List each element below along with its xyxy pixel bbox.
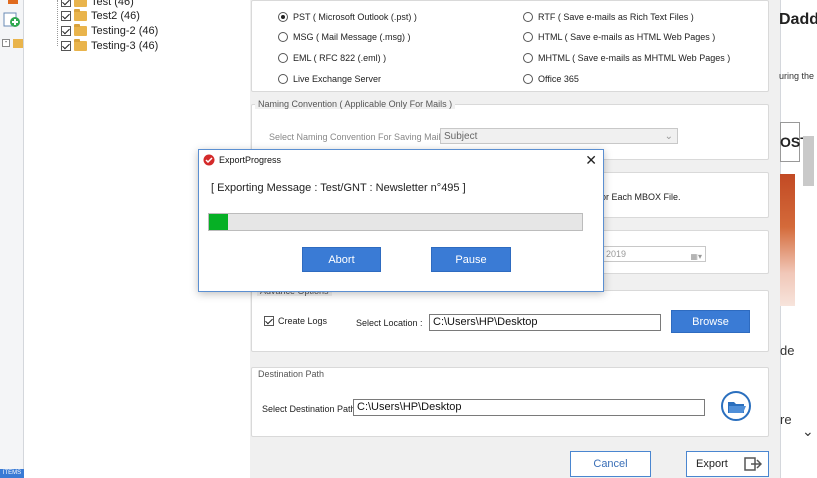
tree-item-label: Testing-3 (46): [91, 40, 159, 52]
end-date-value: 2019: [606, 249, 627, 259]
format-option-eml[interactable]: EML ( RFC 822 (.eml) ): [278, 53, 386, 63]
mbox-option-text: or Each MBOX File.: [601, 192, 681, 202]
format-group: PST ( Microsoft Outlook (.pst) ) MSG ( M…: [251, 0, 769, 92]
destination-path-input[interactable]: C:\Users\HP\Desktop: [353, 399, 705, 416]
group-title: Destination Path: [255, 369, 328, 379]
tree-item[interactable]: Test (46): [61, 0, 134, 9]
export-status-message: [ Exporting Message : Test/GNT : Newslet…: [211, 182, 466, 194]
advance-options-group: Advance Options Create Logs Select Locat…: [251, 286, 769, 352]
background-window: Daddy uring the OST de re ⌄: [779, 0, 817, 478]
folder-icon: [13, 39, 23, 48]
create-logs-checkbox[interactable]: [264, 316, 274, 326]
end-date-field[interactable]: 2019 ▦▾: [602, 246, 706, 262]
group-title: Naming Convention ( Applicable Only For …: [255, 99, 456, 109]
background-banner: [780, 174, 795, 306]
format-option-office365[interactable]: Office 365: [523, 74, 579, 84]
export-button[interactable]: Export: [686, 451, 769, 477]
radio-button[interactable]: [523, 53, 533, 63]
orange-mark-icon: [8, 0, 18, 4]
radio-button[interactable]: [278, 12, 288, 22]
dialog-titlebar[interactable]: ExportProgress ✕: [199, 150, 603, 170]
close-icon[interactable]: ✕: [585, 152, 597, 169]
naming-convention-select[interactable]: Subject ⌄: [440, 128, 678, 144]
tree-expander-icon[interactable]: -: [2, 39, 10, 47]
calendar-icon[interactable]: ▦▾: [690, 249, 702, 261]
radio-button[interactable]: [523, 32, 533, 42]
folder-icon: [74, 24, 87, 36]
create-logs-row[interactable]: Create Logs: [264, 316, 327, 326]
progress-fill: [209, 214, 228, 230]
format-option-label: HTML ( Save e-mails as HTML Web Pages ): [538, 32, 716, 42]
tree-item-label: Test (46): [91, 0, 134, 8]
format-option-html[interactable]: HTML ( Save e-mails as HTML Web Pages ): [523, 32, 715, 42]
format-option-rtf[interactable]: RTF ( Save e-mails as Rich Text Files ): [523, 12, 694, 22]
destination-path-label: Select Destination Path: [262, 404, 356, 414]
radio-button[interactable]: [523, 12, 533, 22]
export-progress-bar: [208, 213, 583, 231]
create-logs-label: Create Logs: [278, 316, 328, 326]
tree-item[interactable]: Test2 (46): [61, 9, 140, 23]
background-scrollbar[interactable]: [803, 136, 814, 186]
format-option-label: Live Exchange Server: [293, 74, 382, 84]
background-text: uring the: [779, 71, 815, 81]
tree-checkbox[interactable]: [61, 41, 71, 51]
tree-checkbox[interactable]: [61, 0, 71, 7]
export-label: Export: [696, 458, 728, 470]
format-option-msg[interactable]: MSG ( Mail Message (.msg) ): [278, 32, 411, 42]
chevron-down-icon[interactable]: ⌄: [802, 423, 814, 440]
left-toolbar: -: [0, 0, 24, 478]
format-option-label: MHTML ( Save e-mails as MHTML Web Pages …: [538, 53, 731, 63]
browse-button[interactable]: Browse: [671, 310, 750, 333]
chevron-down-icon: ⌄: [664, 131, 673, 142]
folder-icon: [74, 0, 87, 7]
open-folder-icon[interactable]: [720, 390, 752, 422]
tree-checkbox[interactable]: [61, 11, 71, 21]
radio-button[interactable]: [278, 32, 288, 42]
format-option-exchange[interactable]: Live Exchange Server: [278, 74, 381, 84]
cancel-button[interactable]: Cancel: [570, 451, 651, 477]
pause-button[interactable]: Pause: [431, 247, 511, 272]
format-option-pst[interactable]: PST ( Microsoft Outlook (.pst) ): [278, 12, 417, 22]
add-icon[interactable]: [3, 10, 21, 28]
radio-button[interactable]: [278, 53, 288, 63]
log-location-input[interactable]: C:\Users\HP\Desktop: [429, 314, 661, 331]
tree-item-label: Test2 (46): [91, 10, 140, 22]
app-logo-icon: [203, 154, 215, 166]
format-option-label: PST ( Microsoft Outlook (.pst) ): [293, 12, 417, 22]
format-option-label: EML ( RFC 822 (.eml) ): [293, 53, 387, 63]
radio-button[interactable]: [278, 74, 288, 84]
left-bottom-tab[interactable]: ITEMS: [0, 469, 24, 478]
folder-icon: [74, 39, 87, 51]
tree-item[interactable]: Testing-2 (46): [61, 24, 158, 38]
select-location-label: Select Location :: [356, 318, 423, 328]
export-icon: [744, 457, 763, 471]
format-option-label: RTF ( Save e-mails as Rich Text Files ): [538, 12, 694, 22]
tree-item-label: Testing-2 (46): [91, 25, 159, 37]
background-text: re: [780, 412, 792, 427]
radio-button[interactable]: [523, 74, 533, 84]
destination-path-group: Destination Path Select Destination Path…: [251, 367, 769, 437]
background-text: de: [780, 343, 795, 358]
format-option-mhtml[interactable]: MHTML ( Save e-mails as MHTML Web Pages …: [523, 53, 730, 63]
format-option-label: Office 365: [538, 74, 579, 84]
tree-item[interactable]: Testing-3 (46): [61, 39, 158, 53]
naming-convention-label: Select Naming Convention For Saving Mail…: [269, 132, 446, 142]
background-text: Daddy: [779, 11, 817, 28]
format-option-label: MSG ( Mail Message (.msg) ): [293, 32, 411, 42]
tree-checkbox[interactable]: [61, 26, 71, 36]
folder-icon: [74, 9, 87, 21]
abort-button[interactable]: Abort: [302, 247, 381, 272]
dialog-title: ExportProgress: [219, 155, 282, 165]
naming-convention-value: Subject: [444, 131, 478, 142]
export-progress-dialog: ExportProgress ✕ [ Exporting Message : T…: [198, 149, 604, 292]
